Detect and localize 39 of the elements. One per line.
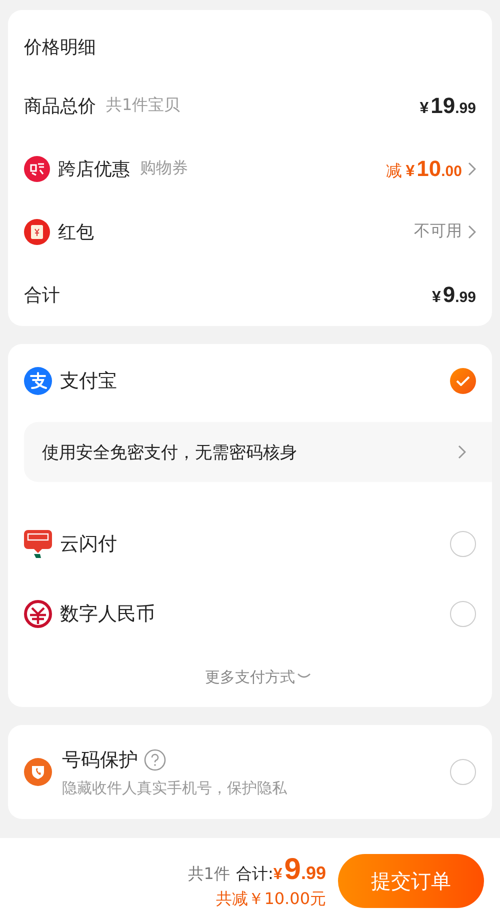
item-count: 共1件 xyxy=(188,864,230,884)
yuan-coin-icon xyxy=(24,600,52,628)
store-badge-icon xyxy=(24,156,50,182)
chevron-icon xyxy=(468,224,476,238)
chevron-icon xyxy=(458,445,466,459)
alipay-logo-icon xyxy=(24,367,52,395)
row-label: 商品总价 xyxy=(24,94,96,118)
price: ¥19.99 xyxy=(420,92,476,118)
row-label: 红包 xyxy=(58,220,94,244)
description-text: 隐藏收件人真实手机号，保护隐私 xyxy=(62,778,287,798)
price: ¥9.99 xyxy=(432,282,476,308)
radio-button[interactable] xyxy=(450,531,476,557)
radio-button[interactable] xyxy=(450,601,476,627)
payment-method-label: 支付宝 xyxy=(60,369,117,394)
price: ¥9.99 xyxy=(273,852,326,886)
row-sublabel: 共1件宝贝 xyxy=(106,95,180,116)
chevron-icon xyxy=(468,162,476,176)
section-title: 号码保护 xyxy=(62,748,138,772)
banner-text: 使用安全免密支付，无需密码核身 xyxy=(42,442,297,464)
discount-text: 共减￥10.00元 xyxy=(216,888,326,910)
section-title: 价格明细 xyxy=(24,36,97,60)
row-label: 合计 xyxy=(24,284,60,306)
price: 减 ¥10.00 xyxy=(386,156,462,182)
promo-banner[interactable]: 使用安全免密支付，无需密码核身 xyxy=(24,422,492,482)
row-label: 跨店优惠 xyxy=(58,158,130,180)
selected-radio[interactable] xyxy=(450,368,476,394)
row-sublabel: 购物券 xyxy=(140,158,188,179)
phone-shield-icon xyxy=(24,758,52,786)
envelope-icon xyxy=(24,218,50,244)
payment-method-label: 云闪付 xyxy=(60,532,117,557)
submit-order-button[interactable]: 提交订单 xyxy=(338,854,484,908)
checkmark-icon xyxy=(456,376,470,386)
more-payment-link[interactable]: 更多支付方式 xyxy=(205,662,311,692)
total-label: 合计: xyxy=(236,864,274,884)
payment-method-label: 数字人民币 xyxy=(60,602,155,627)
unionpay-logo-icon xyxy=(24,530,52,558)
status-text: 不可用 xyxy=(414,221,462,242)
radio-button[interactable] xyxy=(450,759,476,785)
help-icon xyxy=(144,748,166,770)
